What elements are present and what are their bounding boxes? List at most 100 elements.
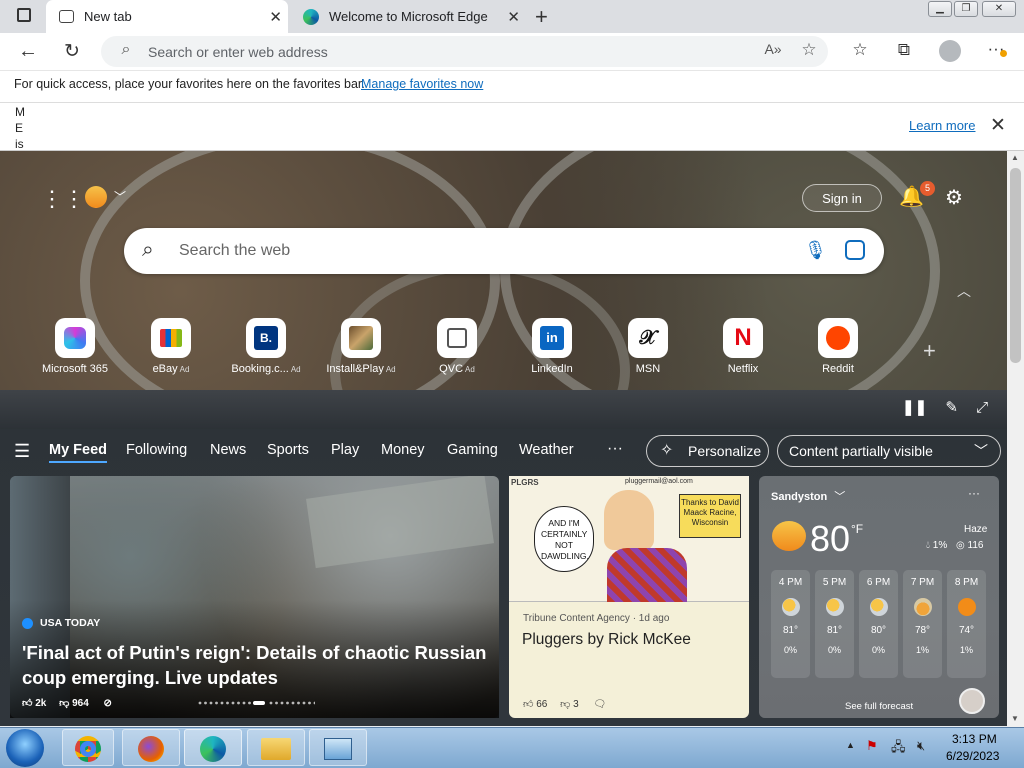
- more-options-icon[interactable]: ···: [968, 486, 980, 500]
- hourly-forecast-item[interactable]: 8 PM 74° 1%: [947, 570, 986, 678]
- carousel-dot[interactable]: [253, 701, 265, 705]
- pause-icon[interactable]: ❚❚: [902, 399, 927, 416]
- quick-link-microsoft-365[interactable]: Microsoft 365: [35, 318, 115, 375]
- network-icon[interactable]: 🖧: [891, 738, 906, 760]
- more-tabs-button[interactable]: ···: [607, 440, 623, 458]
- chevron-up-icon[interactable]: ︿: [957, 281, 971, 301]
- clock-time[interactable]: 3:13 PM: [952, 732, 997, 746]
- edit-background-icon[interactable]: ✎: [945, 399, 958, 416]
- carousel-dot[interactable]: [280, 701, 284, 705]
- tab-news[interactable]: News: [210, 442, 246, 458]
- taskbar-chrome[interactable]: [62, 729, 114, 766]
- quick-link-linkedin[interactable]: in LinkedIn: [512, 318, 592, 375]
- show-hidden-icons[interactable]: ▲: [846, 740, 855, 750]
- tab-actions-icon[interactable]: [17, 8, 31, 22]
- feedback-icon[interactable]: [959, 688, 985, 714]
- read-aloud-icon[interactable]: A»: [761, 41, 785, 57]
- carousel-dot[interactable]: [248, 701, 251, 705]
- content-visibility-dropdown[interactable]: Content partially visible ﹀: [777, 435, 1001, 467]
- carousel-dot[interactable]: [209, 701, 213, 705]
- expand-icon[interactable]: ⤢: [976, 399, 988, 416]
- taskbar-edge[interactable]: [184, 729, 242, 766]
- carousel-dot[interactable]: [286, 701, 289, 705]
- carousel-dot[interactable]: [198, 701, 202, 705]
- carousel-dot[interactable]: [204, 701, 207, 705]
- tab-play[interactable]: Play: [331, 442, 359, 458]
- close-icon[interactable]: ✕: [990, 114, 1006, 137]
- start-button[interactable]: [6, 729, 44, 767]
- tab-money[interactable]: Money: [381, 442, 425, 458]
- thumbs-down-icon[interactable]: 👎︎: [560, 699, 570, 710]
- favorites-icon[interactable]: ☆: [848, 40, 872, 60]
- quick-link-netflix[interactable]: N Netflix: [703, 318, 783, 375]
- chevron-down-icon[interactable]: ﹀: [114, 188, 126, 205]
- quick-link-msn[interactable]: 𝒳 MSN: [608, 318, 688, 375]
- scroll-up-icon[interactable]: ▲: [1011, 153, 1019, 162]
- learn-more-link[interactable]: Learn more: [909, 118, 975, 133]
- action-center-flag-icon[interactable]: ⚑: [866, 738, 878, 754]
- hourly-forecast-item[interactable]: 5 PM 81° 0%: [815, 570, 854, 678]
- carousel-dot[interactable]: [242, 701, 246, 705]
- quick-link-booking[interactable]: B. Booking.c... Ad: [226, 318, 306, 375]
- tab-new-tab[interactable]: New tab ✕: [46, 0, 288, 33]
- tab-weather[interactable]: Weather: [519, 442, 574, 458]
- hourly-forecast-item[interactable]: 4 PM 81° 0%: [771, 570, 810, 678]
- thumbs-up-icon[interactable]: 👍︎: [523, 699, 533, 710]
- restore-button[interactable]: ❐: [954, 1, 978, 17]
- tab-welcome-edge[interactable]: Welcome to Microsoft Edge ✕: [290, 0, 526, 33]
- carousel-dot[interactable]: [308, 701, 311, 705]
- carousel-dot[interactable]: [302, 701, 306, 705]
- carousel-dot[interactable]: [215, 701, 218, 705]
- taskbar-control-panel[interactable]: [309, 729, 367, 766]
- collections-icon[interactable]: ⧉: [892, 40, 916, 60]
- scrollbar-thumb[interactable]: [1010, 168, 1021, 363]
- sign-in-button[interactable]: Sign in: [802, 184, 882, 212]
- gear-icon[interactable]: ⚙: [945, 185, 963, 210]
- tab-my-feed[interactable]: My Feed: [49, 442, 108, 463]
- carousel-dot[interactable]: [313, 701, 315, 705]
- temperature-unit[interactable]: °F: [851, 522, 863, 536]
- hourly-forecast-item[interactable]: 7 PM 78° 1%: [903, 570, 942, 678]
- carousel-dot[interactable]: [237, 701, 240, 705]
- carousel-dot[interactable]: [269, 701, 273, 705]
- visual-search-icon[interactable]: [845, 240, 865, 260]
- quick-link-install-play[interactable]: Install&Play Ad: [321, 318, 401, 375]
- tab-gaming[interactable]: Gaming: [447, 442, 498, 458]
- volume-muted-icon[interactable]: 🔇︎: [917, 738, 925, 754]
- close-icon[interactable]: ✕: [507, 8, 520, 26]
- thumbs-down-icon[interactable]: 👎︎: [59, 698, 69, 709]
- carousel-dot[interactable]: [297, 701, 300, 705]
- close-icon[interactable]: ✕: [269, 8, 282, 26]
- hourly-forecast-item[interactable]: 6 PM 80° 0%: [859, 570, 898, 678]
- thumbs-up-icon[interactable]: 👍︎: [22, 698, 32, 709]
- window-close-button[interactable]: ✕: [982, 1, 1016, 17]
- manage-favorites-link[interactable]: Manage favorites now: [361, 77, 483, 91]
- add-favorite-icon[interactable]: ☆: [797, 40, 821, 60]
- taskbar-explorer[interactable]: [247, 729, 305, 766]
- minimize-button[interactable]: ▁: [928, 1, 952, 17]
- personalize-button[interactable]: ✧ Personalize: [646, 435, 769, 467]
- comment-icon[interactable]: 🗨︎: [593, 699, 606, 710]
- quick-link-qvc[interactable]: QVC Ad: [417, 318, 497, 375]
- tab-sports[interactable]: Sports: [267, 442, 309, 458]
- new-tab-plus-icon[interactable]: +: [535, 4, 548, 30]
- microphone-icon[interactable]: 🎙: [804, 240, 827, 261]
- weather-sun-icon[interactable]: [85, 186, 109, 208]
- profile-avatar[interactable]: [939, 40, 961, 62]
- carousel-dot[interactable]: [220, 701, 224, 705]
- news-headline[interactable]: 'Final act of Putin's reign': Details of…: [22, 640, 492, 690]
- tab-following[interactable]: Following: [126, 442, 187, 458]
- back-arrow-icon[interactable]: ←: [16, 40, 40, 63]
- carousel-dots[interactable]: [197, 700, 315, 706]
- taskbar-firefox[interactable]: [122, 729, 180, 766]
- scroll-down-icon[interactable]: ▼: [1011, 714, 1019, 723]
- carousel-dot[interactable]: [226, 701, 229, 705]
- see-full-forecast-link[interactable]: See full forecast: [845, 701, 913, 712]
- comic-title[interactable]: Pluggers by Rick McKee: [522, 631, 691, 649]
- carousel-dot[interactable]: [231, 701, 235, 705]
- quick-link-reddit[interactable]: Reddit: [798, 318, 878, 375]
- quick-link-ebay[interactable]: eBay Ad: [131, 318, 211, 375]
- weather-location[interactable]: Sandyston ﹀: [771, 488, 845, 504]
- carousel-dot[interactable]: [275, 701, 278, 705]
- add-quick-link-icon[interactable]: +: [923, 338, 936, 364]
